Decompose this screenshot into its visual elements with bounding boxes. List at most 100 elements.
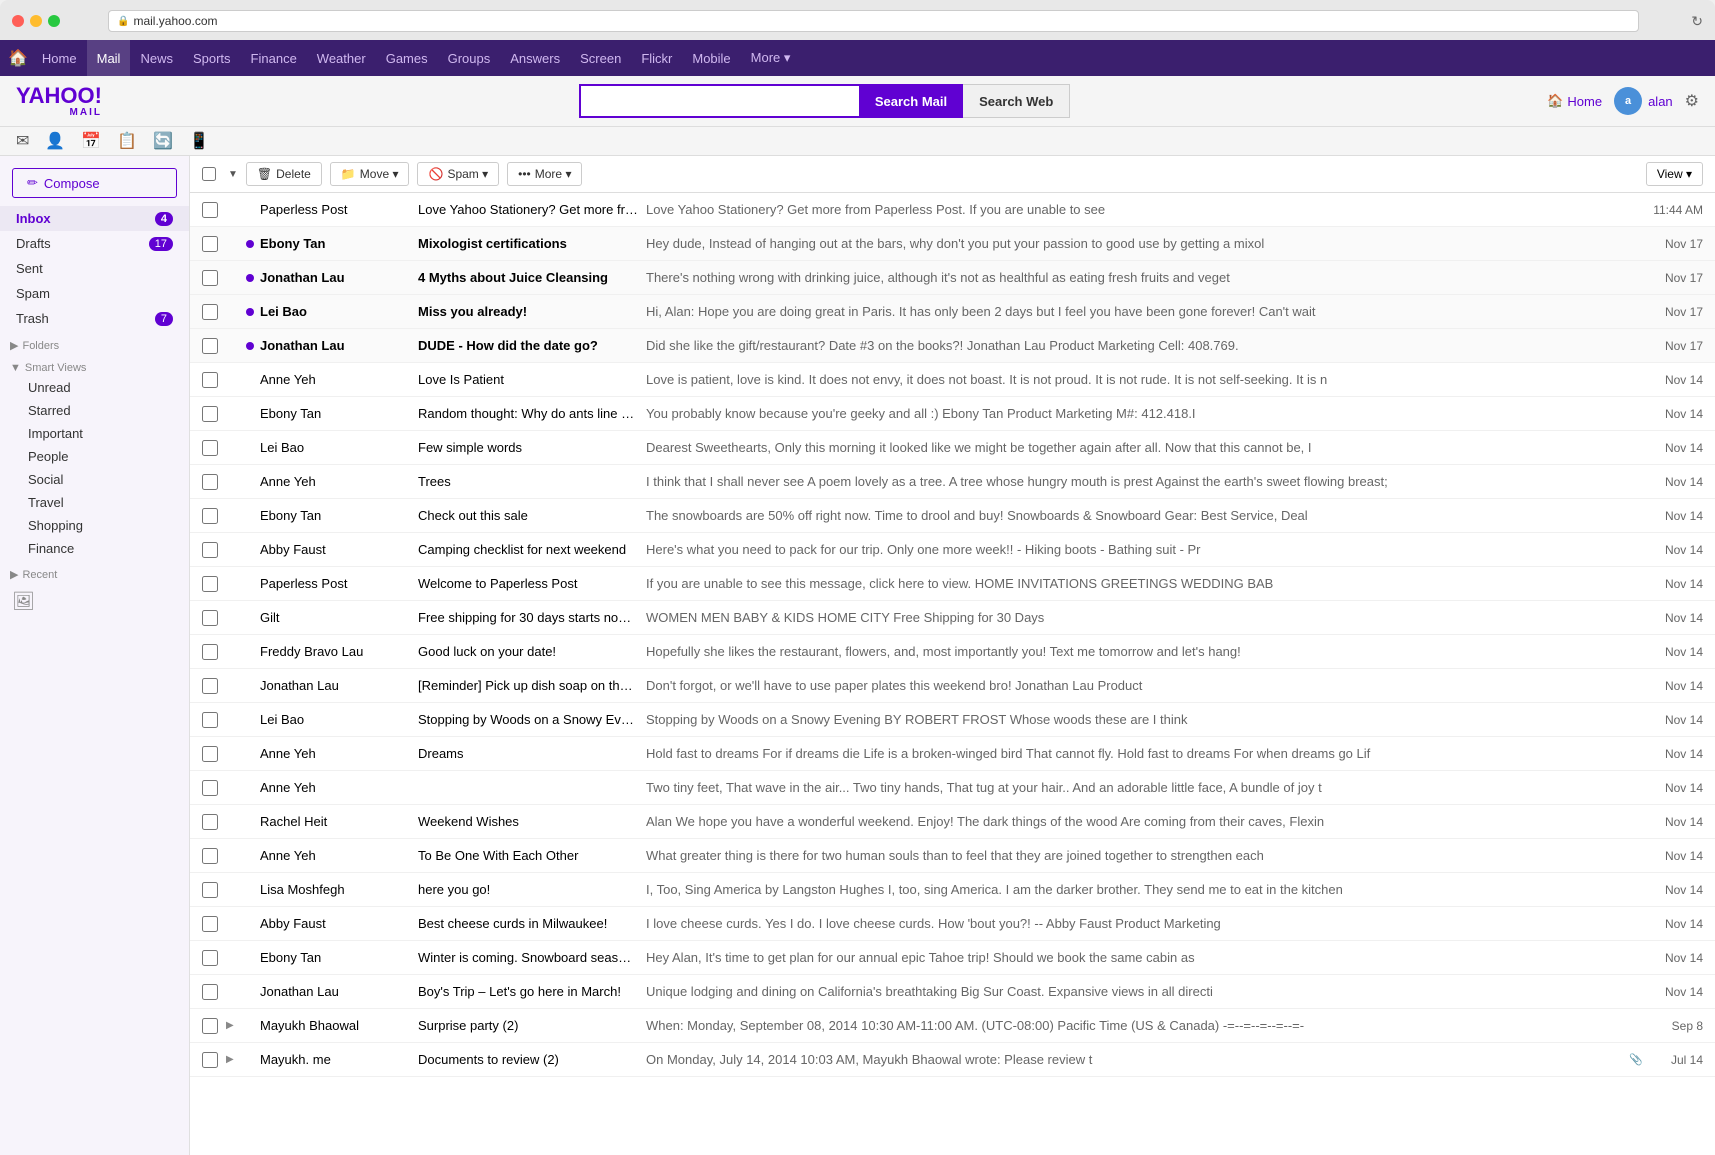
email-checkbox-22[interactable]	[202, 950, 218, 966]
email-checkbox-0[interactable]	[202, 202, 218, 218]
dropdown-arrow-icon[interactable]: ▼	[228, 169, 238, 180]
email-row[interactable]: Ebony Tan Check out this sale The snowbo…	[190, 499, 1715, 533]
email-row[interactable]: ▶ Mayukh Bhaowal Surprise party (2) When…	[190, 1009, 1715, 1043]
email-row[interactable]: Ebony Tan Winter is coming. Snowboard se…	[190, 941, 1715, 975]
email-checkbox-19[interactable]	[202, 848, 218, 864]
email-checkbox-15[interactable]	[202, 712, 218, 728]
email-checkbox-17[interactable]	[202, 780, 218, 796]
email-row[interactable]: Lei Bao Miss you already! Hi, Alan: Hope…	[190, 295, 1715, 329]
email-row[interactable]: Anne Yeh Two tiny feet, That wave in the…	[190, 771, 1715, 805]
email-checkbox-3[interactable]	[202, 304, 218, 320]
email-checkbox-10[interactable]	[202, 542, 218, 558]
search-web-button[interactable]: Search Web	[963, 84, 1070, 118]
nav-flickr[interactable]: Flickr	[631, 40, 682, 76]
email-checkbox-24[interactable]	[202, 1018, 218, 1034]
email-checkbox-14[interactable]	[202, 678, 218, 694]
sidebar-item-trash[interactable]: Trash 7	[0, 306, 189, 331]
email-checkbox-18[interactable]	[202, 814, 218, 830]
nav-answers[interactable]: Answers	[500, 40, 570, 76]
email-row[interactable]: Jonathan Lau 4 Myths about Juice Cleansi…	[190, 261, 1715, 295]
email-row[interactable]: Ebony Tan Random thought: Why do ants li…	[190, 397, 1715, 431]
sidebar-item-drafts[interactable]: Drafts 17	[0, 231, 189, 256]
close-button[interactable]	[12, 15, 24, 27]
email-row[interactable]: Anne Yeh Love Is Patient Love is patient…	[190, 363, 1715, 397]
mobile-icon[interactable]: 📱	[189, 131, 209, 151]
email-checkbox-23[interactable]	[202, 984, 218, 1000]
nav-more[interactable]: More ▾	[741, 40, 801, 76]
calendar-icon[interactable]: 📅	[81, 131, 101, 151]
nav-home[interactable]: Home	[32, 40, 87, 76]
email-row[interactable]: Freddy Bravo Lau Good luck on your date!…	[190, 635, 1715, 669]
expand-icon-24[interactable]: ▶	[226, 1020, 242, 1031]
email-checkbox-21[interactable]	[202, 916, 218, 932]
email-checkbox-13[interactable]	[202, 644, 218, 660]
url-bar[interactable]: 🔒 mail.yahoo.com	[108, 10, 1639, 32]
email-checkbox-8[interactable]	[202, 474, 218, 490]
sync-icon[interactable]: 🔄	[153, 131, 173, 151]
email-row[interactable]: Abby Faust Best cheese curds in Milwauke…	[190, 907, 1715, 941]
contacts-icon[interactable]: 👤	[45, 131, 65, 151]
view-button[interactable]: View ▾	[1646, 162, 1703, 186]
sidebar-item-shopping[interactable]: Shopping	[0, 514, 189, 537]
search-mail-button[interactable]: Search Mail	[859, 84, 963, 118]
email-row[interactable]: Lisa Moshfegh here you go! I, Too, Sing …	[190, 873, 1715, 907]
email-checkbox-5[interactable]	[202, 372, 218, 388]
email-checkbox-1[interactable]	[202, 236, 218, 252]
email-row[interactable]: Jonathan Lau DUDE - How did the date go?…	[190, 329, 1715, 363]
more-button[interactable]: ••• More ▾	[507, 162, 582, 186]
sidebar-item-starred[interactable]: Starred	[0, 399, 189, 422]
notepad-icon[interactable]: 📋	[117, 131, 137, 151]
spam-button[interactable]: 🚫 Spam ▾	[417, 162, 499, 186]
header-home-link[interactable]: 🏠 Home	[1547, 93, 1602, 109]
email-checkbox-16[interactable]	[202, 746, 218, 762]
maximize-button[interactable]	[48, 15, 60, 27]
sidebar-item-finance[interactable]: Finance	[0, 537, 189, 560]
email-row[interactable]: Anne Yeh Trees I think that I shall neve…	[190, 465, 1715, 499]
email-row[interactable]: Lei Bao Few simple words Dearest Sweethe…	[190, 431, 1715, 465]
nav-groups[interactable]: Groups	[438, 40, 501, 76]
email-checkbox-12[interactable]	[202, 610, 218, 626]
email-row[interactable]: Lei Bao Stopping by Woods on a Snowy Eve…	[190, 703, 1715, 737]
email-row[interactable]: Rachel Heit Weekend Wishes Alan We hope …	[190, 805, 1715, 839]
sidebar-item-people[interactable]: People	[0, 445, 189, 468]
email-checkbox-9[interactable]	[202, 508, 218, 524]
move-button[interactable]: 📁 Move ▾	[330, 162, 410, 186]
email-checkbox-6[interactable]	[202, 406, 218, 422]
delete-button[interactable]: 🗑 Delete	[246, 162, 322, 186]
nav-screen[interactable]: Screen	[570, 40, 631, 76]
sidebar-item-travel[interactable]: Travel	[0, 491, 189, 514]
email-row[interactable]: ▶ Mayukh. me Documents to review (2) On …	[190, 1043, 1715, 1077]
nav-news[interactable]: News	[130, 40, 183, 76]
sidebar-item-unread[interactable]: Unread	[0, 376, 189, 399]
nav-mobile[interactable]: Mobile	[682, 40, 740, 76]
sidebar-item-inbox[interactable]: Inbox 4	[0, 206, 189, 231]
sidebar-item-spam[interactable]: Spam	[0, 281, 189, 306]
expand-icon-25[interactable]: ▶	[226, 1054, 242, 1065]
compose-button[interactable]: ✏ Compose	[12, 168, 177, 198]
nav-mail[interactable]: Mail	[87, 40, 131, 76]
nav-sports[interactable]: Sports	[183, 40, 241, 76]
settings-icon[interactable]: ⚙	[1685, 91, 1699, 111]
email-checkbox-7[interactable]	[202, 440, 218, 456]
recent-section[interactable]: ▶ Recent	[0, 560, 189, 583]
nav-finance[interactable]: Finance	[241, 40, 307, 76]
nav-games[interactable]: Games	[376, 40, 438, 76]
email-checkbox-2[interactable]	[202, 270, 218, 286]
sidebar-item-sent[interactable]: Sent	[0, 256, 189, 281]
email-row[interactable]: Anne Yeh To Be One With Each Other What …	[190, 839, 1715, 873]
email-checkbox-20[interactable]	[202, 882, 218, 898]
email-row[interactable]: Jonathan Lau Boy's Trip – Let's go here …	[190, 975, 1715, 1009]
email-checkbox-25[interactable]	[202, 1052, 218, 1068]
email-row[interactable]: Anne Yeh Dreams Hold fast to dreams For …	[190, 737, 1715, 771]
email-row[interactable]: Gilt Free shipping for 30 days starts no…	[190, 601, 1715, 635]
email-row[interactable]: Jonathan Lau [Reminder] Pick up dish soa…	[190, 669, 1715, 703]
email-row[interactable]: Abby Faust Camping checklist for next we…	[190, 533, 1715, 567]
folders-section[interactable]: ▶ Folders	[0, 331, 189, 354]
email-checkbox-11[interactable]	[202, 576, 218, 592]
reload-button[interactable]: ↻	[1691, 13, 1703, 30]
mail-icon[interactable]: ✉	[16, 131, 29, 151]
select-all-checkbox[interactable]	[202, 167, 216, 181]
sidebar-item-social[interactable]: Social	[0, 468, 189, 491]
smart-views-section[interactable]: ▼ Smart Views	[0, 354, 189, 376]
email-row[interactable]: Paperless Post Welcome to Paperless Post…	[190, 567, 1715, 601]
